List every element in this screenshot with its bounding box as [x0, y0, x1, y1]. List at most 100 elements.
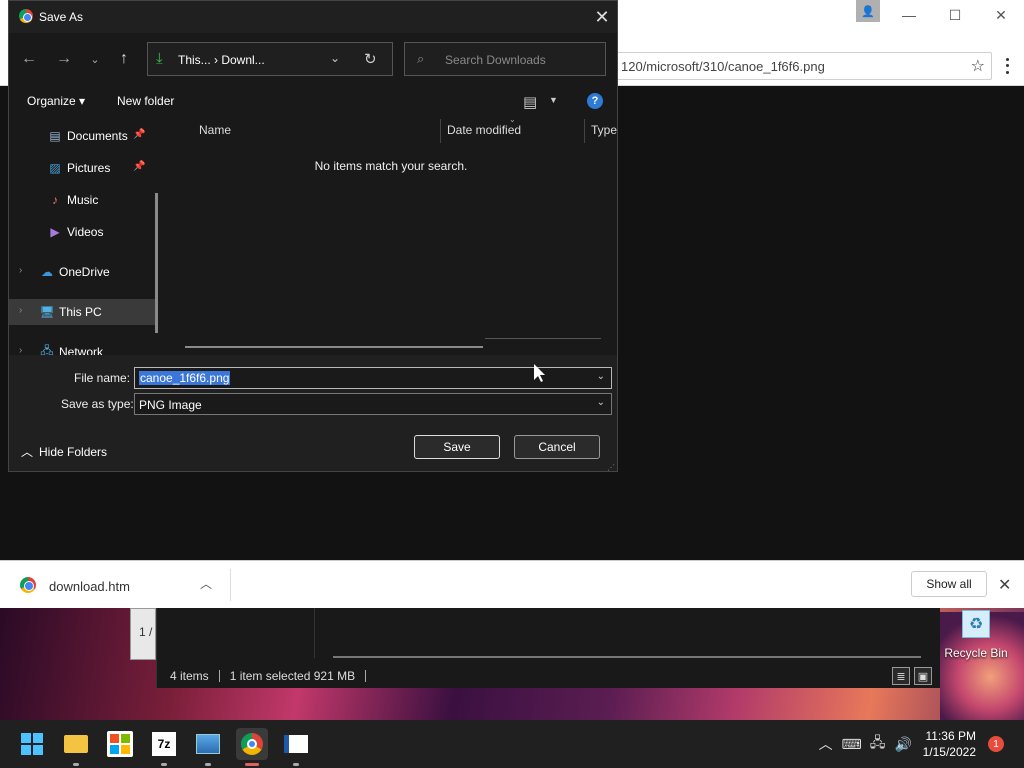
recycle-bin-icon: ♻ [962, 610, 990, 638]
minimize-icon[interactable]: — [886, 0, 932, 30]
nav-item-music[interactable]: ♪ Music [9, 187, 155, 213]
bookmark-star-icon[interactable]: ☆ [971, 56, 985, 76]
recycle-bin[interactable]: ♻ Recycle Bin [944, 608, 1008, 664]
address-breadcrumb[interactable]: ⤓ This... › Downl... ⌄ ↻ [147, 42, 393, 76]
close-download-bar-icon[interactable]: ✕ [998, 575, 1011, 595]
navigation-pane: ▤ Documents 📌 ▨ Pictures 📌 ♪ Music ▶ Vid… [9, 119, 161, 355]
app-window-icon [284, 735, 308, 753]
empty-message: No items match your search. [314, 159, 468, 173]
expand-chevron-icon[interactable]: › [19, 305, 22, 316]
download-item[interactable]: download.htm ︿ [0, 561, 230, 609]
download-separator [230, 569, 231, 601]
dialog-title-bar[interactable]: Save As ✕ [9, 1, 617, 33]
chevron-up-icon[interactable]: ︿ [200, 575, 212, 592]
clock-time: 11:36 PM [925, 729, 976, 743]
save-as-type-select[interactable]: PNG Image ⌄ [134, 393, 612, 415]
explorer-scrollbar[interactable] [333, 656, 921, 658]
7zip-taskbar-button[interactable]: 7z [148, 728, 180, 766]
app-taskbar-button[interactable] [280, 728, 312, 766]
control-panel-icon [196, 734, 220, 754]
chrome-taskbar-button[interactable] [236, 728, 268, 766]
nav-item-onedrive[interactable]: › ☁ OneDrive [9, 259, 155, 285]
maximize-icon[interactable]: ☐ [932, 0, 978, 30]
organize-button[interactable]: Organize ▾ [27, 94, 85, 108]
expand-chevron-icon[interactable]: › [19, 265, 22, 276]
resize-grip-icon[interactable]: ⋰ [607, 463, 615, 472]
recent-locations-chevron-icon[interactable]: ⌄ [83, 47, 107, 71]
pictures-icon: ▨ [49, 161, 61, 175]
selection-info: 1 item selected 921 MB [229, 669, 356, 683]
show-all-button[interactable]: Show all [911, 571, 987, 597]
nav-pane-scrollbar[interactable] [155, 193, 158, 333]
onedrive-cloud-icon: ☁ [41, 265, 53, 279]
volume-icon[interactable]: 🔊 [891, 736, 917, 753]
clock-date: 1/15/2022 [922, 745, 976, 759]
network-icon[interactable]: 🖧 [865, 732, 891, 756]
close-icon[interactable]: ✕ [589, 5, 615, 29]
search-box[interactable]: ⌕ Search Downloads [404, 42, 606, 76]
system-tray: ︿ ⌨ 🖧 🔊 11:36 PM 1/15/2022 1 [813, 720, 1024, 768]
save-button[interactable]: Save [414, 435, 500, 459]
explorer-divider [314, 608, 315, 658]
view-dropdown-icon[interactable]: ▼ [549, 95, 558, 105]
notification-badge[interactable]: 1 [988, 736, 1004, 752]
back-arrow-icon[interactable]: ← [17, 47, 41, 71]
horizontal-scrollbar[interactable] [185, 346, 483, 348]
control-panel-taskbar-button[interactable] [192, 728, 224, 766]
address-bar[interactable]: 120/microsoft/310/canoe_1f6f6.png ☆ [600, 52, 992, 80]
chevron-down-icon[interactable]: ⌄ [330, 51, 340, 65]
search-input[interactable]: Search Downloads [445, 53, 546, 67]
music-icon: ♪ [52, 193, 58, 207]
chevron-up-icon: ︿ [21, 445, 34, 459]
breadcrumb-path: This... › Downl... [178, 53, 265, 67]
profile-icon[interactable]: 👤 [856, 0, 880, 22]
nav-item-label: Network [59, 345, 104, 355]
7zip-icon: 7z [152, 732, 176, 756]
up-arrow-icon[interactable]: ↑ [112, 47, 136, 71]
nav-item-label: This PC [59, 305, 102, 319]
computer-icon: 🖥 [39, 305, 55, 319]
file-explorer-taskbar-button[interactable] [60, 728, 92, 766]
close-icon[interactable]: ✕ [978, 0, 1024, 30]
nav-item-videos[interactable]: ▶ Videos [9, 219, 155, 245]
chrome-menu-icon[interactable] [1000, 56, 1014, 76]
nav-item-pictures[interactable]: ▨ Pictures 📌 [9, 155, 155, 181]
chrome-icon [241, 733, 263, 755]
forward-arrow-icon[interactable]: → [52, 47, 76, 71]
save-as-type-label: Save as type: [61, 397, 134, 411]
new-folder-button[interactable]: New folder [117, 94, 174, 108]
hide-folders-button[interactable]: ︿ Hide Folders [21, 443, 107, 460]
nav-item-this-pc[interactable]: › 🖥 This PC [9, 299, 155, 325]
videos-icon: ▶ [50, 225, 60, 239]
file-name-selected-text: canoe_1f6f6.png [139, 371, 231, 385]
cancel-button[interactable]: Cancel [514, 435, 600, 459]
nav-item-documents[interactable]: ▤ Documents 📌 [9, 123, 155, 149]
chevron-down-icon[interactable]: ⌄ [597, 371, 605, 382]
view-options-icon[interactable]: ▤ [523, 93, 537, 111]
expand-chevron-icon[interactable]: › [19, 345, 22, 355]
refresh-icon[interactable]: ↻ [364, 50, 377, 68]
store-taskbar-button[interactable] [104, 728, 136, 760]
chrome-file-icon [20, 577, 36, 593]
windows-logo-icon [21, 733, 43, 755]
chevron-up-icon[interactable]: ︿ [813, 734, 839, 754]
tiles-view-icon[interactable]: ▣ [914, 667, 932, 685]
chevron-down-icon[interactable]: ⌄ [597, 397, 605, 408]
pin-icon[interactable]: 📌 [133, 129, 145, 140]
search-icon: ⌕ [417, 51, 425, 66]
pin-icon[interactable]: 📌 [133, 161, 145, 172]
keyboard-icon[interactable]: ⌨ [839, 736, 865, 753]
help-icon[interactable]: ? [587, 93, 603, 109]
item-count: 4 items [170, 669, 209, 683]
start-button[interactable] [16, 728, 48, 760]
nav-item-network[interactable]: › 🖧 Network [9, 339, 155, 356]
column-header-name[interactable]: Name [199, 123, 231, 137]
file-name-label: File name: [74, 371, 131, 385]
details-view-icon[interactable]: ≣ [892, 667, 910, 685]
column-header-date-modified[interactable]: Date modified [447, 123, 521, 137]
clock[interactable]: 11:36 PM 1/15/2022 [923, 728, 976, 760]
save-as-type-value: PNG Image [139, 398, 202, 412]
documents-icon: ▤ [49, 129, 61, 143]
column-header-type[interactable]: Type [591, 123, 617, 137]
dialog-toolbar: Organize ▾ New folder ▤ ▼ ? [9, 87, 617, 117]
